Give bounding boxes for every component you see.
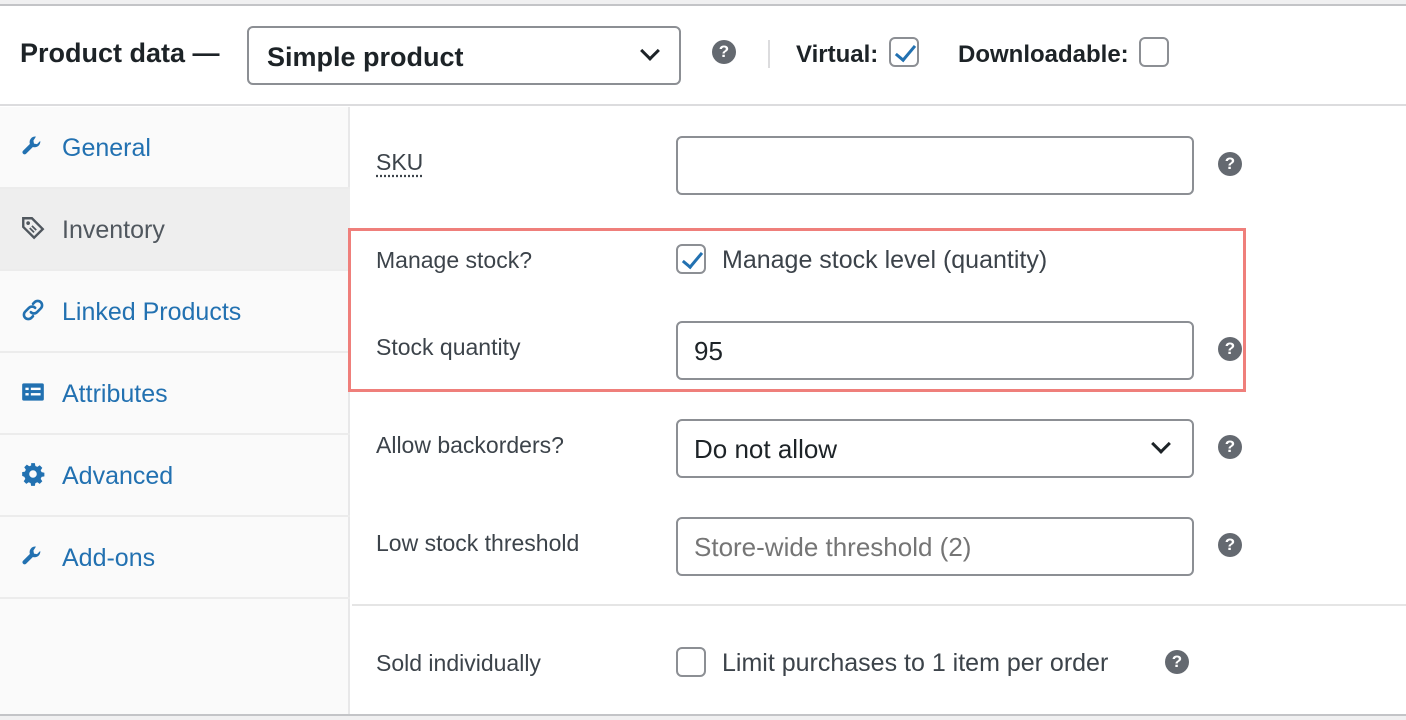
product-type-value: Simple product xyxy=(267,42,464,72)
virtual-checkbox[interactable] xyxy=(889,37,919,67)
tab-advanced[interactable]: Advanced xyxy=(0,435,350,517)
help-icon[interactable]: ? xyxy=(1218,533,1242,557)
help-icon[interactable]: ? xyxy=(1218,435,1242,459)
help-icon[interactable]: ? xyxy=(1218,152,1242,176)
tab-inventory-label: Inventory xyxy=(62,216,165,244)
tab-linked-products[interactable]: Linked Products xyxy=(0,271,350,353)
virtual-label: Virtual: xyxy=(796,41,879,68)
help-icon[interactable]: ? xyxy=(1218,337,1242,361)
product-type-select[interactable]: Simple product xyxy=(247,26,681,85)
product-data-panel: Product data — Simple product ? Virtual:… xyxy=(0,0,1406,720)
chevron-down-icon xyxy=(1151,434,1171,454)
tag-icon xyxy=(20,215,46,241)
product-data-tabs: General Inventory Linked Products Attrib… xyxy=(0,107,350,714)
tab-attributes[interactable]: Attributes xyxy=(0,353,350,435)
product-data-title: Product data — xyxy=(20,38,220,68)
inventory-panel: SKU ? Manage stock? Manage stock level (… xyxy=(348,107,1406,714)
tab-general-label: General xyxy=(62,134,151,162)
tab-inventory[interactable]: Inventory xyxy=(0,189,350,271)
manage-stock-label: Manage stock? xyxy=(376,247,532,273)
low-stock-input[interactable]: Store-wide threshold (2) xyxy=(676,517,1194,576)
tab-add-ons[interactable]: Add-ons xyxy=(0,517,350,599)
product-data-header: Product data — Simple product ? Virtual:… xyxy=(0,8,1406,106)
backorders-value: Do not allow xyxy=(694,434,838,464)
sold-individually-checkbox[interactable] xyxy=(676,647,706,677)
downloadable-label: Downloadable: xyxy=(958,41,1129,68)
list-icon xyxy=(20,379,46,405)
manage-stock-checkbox-label[interactable]: Manage stock level (quantity) xyxy=(722,246,1047,275)
tab-attributes-label: Attributes xyxy=(62,380,168,408)
tab-add-ons-label: Add-ons xyxy=(62,544,156,572)
link-icon xyxy=(20,297,46,323)
sku-input[interactable] xyxy=(676,136,1194,195)
help-icon[interactable]: ? xyxy=(1165,650,1189,674)
help-icon[interactable]: ? xyxy=(712,40,736,64)
gear-icon xyxy=(20,461,46,487)
header-divider xyxy=(768,40,770,68)
low-stock-label: Low stock threshold xyxy=(376,530,580,556)
sold-individually-checkbox-label[interactable]: Limit purchases to 1 item per order xyxy=(722,649,1108,678)
wrench-icon xyxy=(20,543,46,569)
tab-linked-products-label: Linked Products xyxy=(62,298,242,326)
tab-general[interactable]: General xyxy=(0,107,350,189)
manage-stock-checkbox[interactable] xyxy=(676,244,706,274)
stock-quantity-input[interactable]: 95 xyxy=(676,321,1194,380)
sold-individually-label: Sold individually xyxy=(376,650,541,676)
wrench-icon xyxy=(20,133,46,159)
stock-quantity-label: Stock quantity xyxy=(376,334,521,360)
bottom-border xyxy=(0,714,1406,720)
backorders-label: Allow backorders? xyxy=(376,432,564,458)
downloadable-checkbox[interactable] xyxy=(1139,37,1169,67)
backorders-select[interactable]: Do not allow xyxy=(676,419,1194,478)
section-divider xyxy=(352,604,1406,606)
chevron-down-icon xyxy=(640,41,660,61)
sku-label: SKU xyxy=(376,149,424,175)
top-border xyxy=(0,0,1406,6)
tab-advanced-label: Advanced xyxy=(62,462,174,490)
